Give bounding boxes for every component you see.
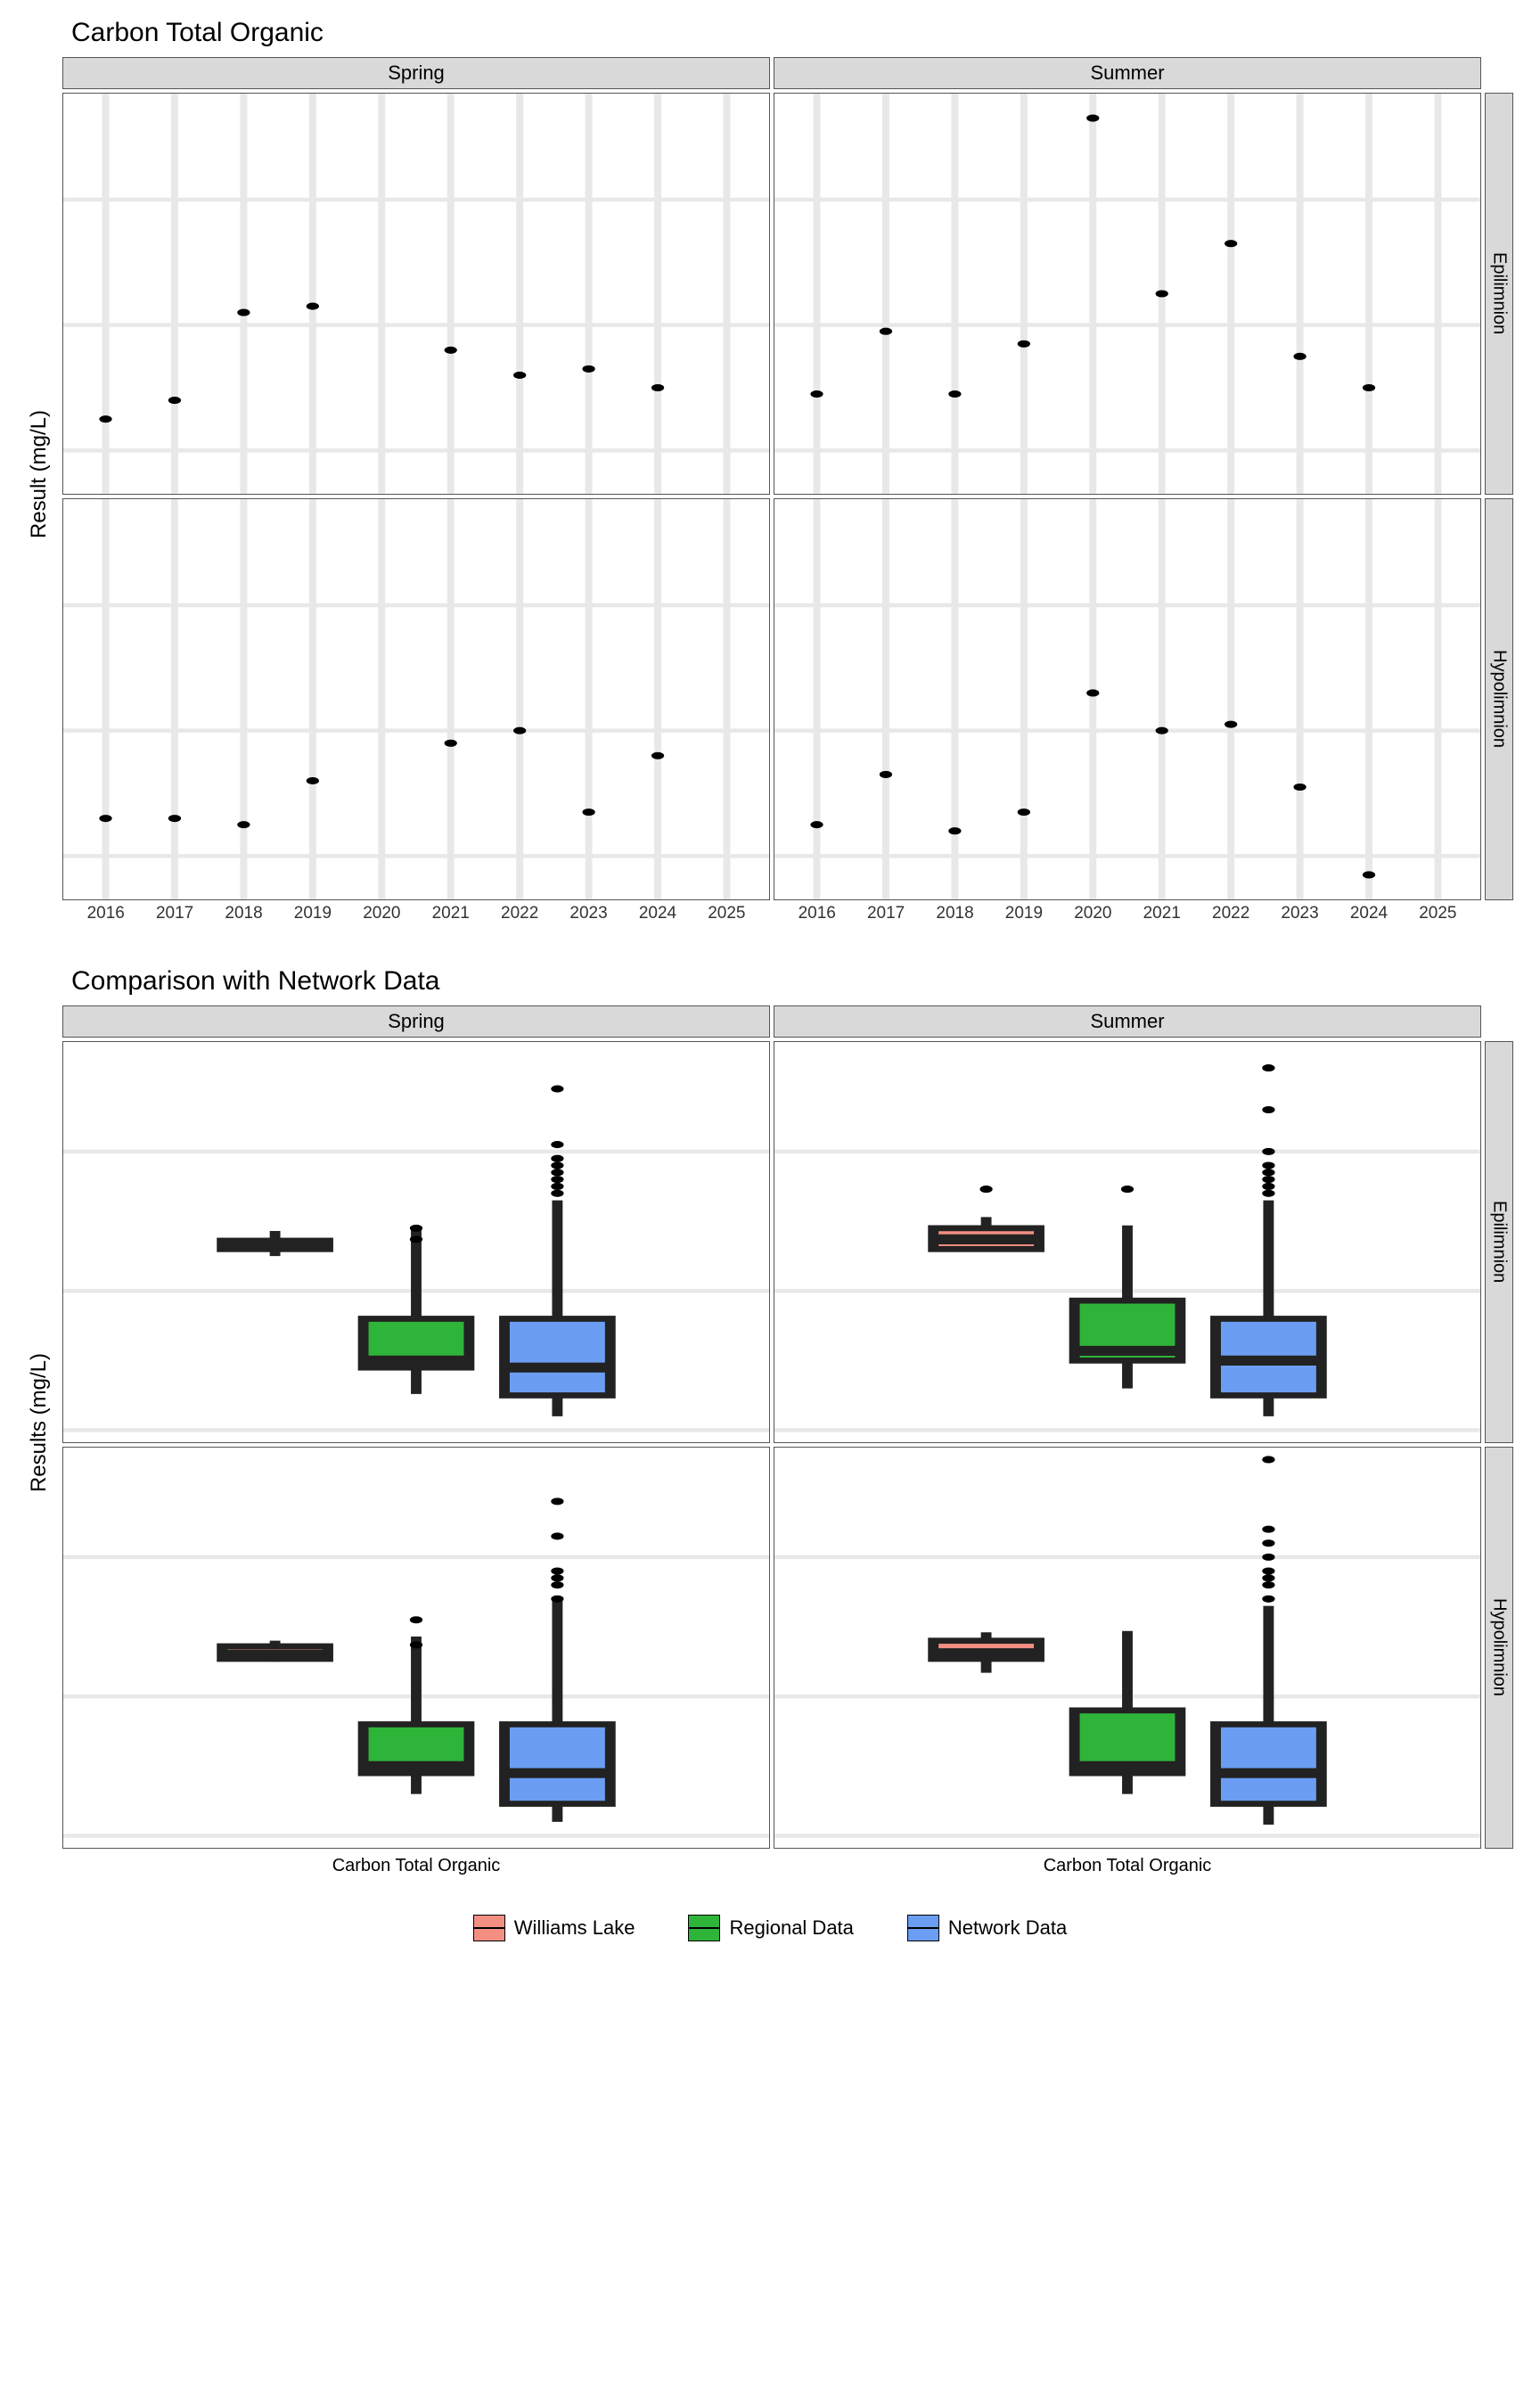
legend-swatch xyxy=(688,1915,720,1941)
legend-swatch xyxy=(473,1915,505,1941)
boxplot-facet-chart: Results (mg/L) Comparison with Network D… xyxy=(18,966,1522,1879)
legend-label: Regional Data xyxy=(729,1916,853,1940)
legend-swatch xyxy=(907,1915,939,1941)
box-col-spring: Spring xyxy=(62,1005,770,1038)
scatter-y-title: Result (mg/L) xyxy=(27,410,52,538)
legend-label: Network Data xyxy=(948,1916,1067,1940)
box-y-title: Results (mg/L) xyxy=(27,1353,52,1492)
legend-label: Williams Lake xyxy=(514,1916,635,1940)
scatter-title: Carbon Total Organic xyxy=(71,18,1522,48)
box-xlabel-1: Carbon Total Organic xyxy=(774,1852,1481,1879)
legend-item: Network Data xyxy=(907,1915,1067,1941)
box-row-hypo: Hypolimnion xyxy=(1485,1447,1513,1849)
legend-item: Williams Lake xyxy=(473,1915,635,1941)
legend: Williams Lake Regional Data Network Data xyxy=(18,1915,1522,1941)
col-strip-summer: Summer xyxy=(774,57,1481,89)
box-title: Comparison with Network Data xyxy=(71,966,1522,997)
legend-item: Regional Data xyxy=(688,1915,853,1941)
row-strip-hypo: Hypolimnion xyxy=(1485,498,1513,900)
box-row-epi: Epilimnion xyxy=(1485,1041,1513,1443)
row-strip-epi: Epilimnion xyxy=(1485,93,1513,495)
box-xlabel-0: Carbon Total Organic xyxy=(62,1852,770,1879)
scatter-facet-chart: Result (mg/L) Carbon Total Organic Sprin… xyxy=(18,18,1522,931)
col-strip-spring: Spring xyxy=(62,57,770,89)
box-col-summer: Summer xyxy=(774,1005,1481,1038)
